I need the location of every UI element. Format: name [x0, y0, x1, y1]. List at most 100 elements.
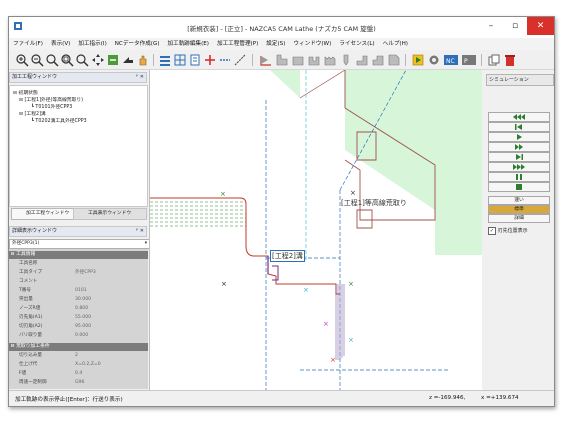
property-key: 切り込み量: [19, 353, 42, 358]
checkbox-label: 刃先位置表示: [497, 228, 528, 234]
speed-fast-button[interactable]: 速い: [488, 196, 550, 205]
skip-end-button[interactable]: [488, 162, 550, 172]
zoom-all-icon[interactable]: [75, 53, 89, 67]
property-row: 周速一定制御 G96: [9, 379, 148, 387]
fast-forward-button[interactable]: [488, 142, 550, 152]
zoom-fit-icon[interactable]: [60, 53, 74, 67]
menu-nc-data[interactable]: NCデータ作成(G): [111, 38, 164, 50]
hand-icon[interactable]: [136, 53, 150, 67]
simulation-title: シミュレーション: [486, 74, 554, 86]
stop-button[interactable]: [488, 182, 550, 192]
settings-icon[interactable]: [427, 53, 441, 67]
minimize-button[interactable]: –: [479, 17, 503, 35]
process-panel-title: 加工工程ウィンドウ: [12, 74, 58, 80]
detail-selector[interactable]: 外径CPP3(1) ▾: [9, 239, 150, 249]
toolbar-separator: [252, 54, 253, 66]
tree-item-tool1[interactable]: ┗ T0101外径CPP3: [31, 103, 72, 110]
close-button[interactable]: ✕: [527, 17, 554, 35]
step-forward-button[interactable]: [488, 152, 550, 162]
facing-icon[interactable]: [291, 53, 305, 67]
cutoff-icon[interactable]: [371, 53, 385, 67]
property-value: 0.000: [75, 333, 89, 338]
application-window: [新規衣装] - [正立] - NAZCA5 CAM Lathe (ナズカ5 C…: [8, 16, 555, 407]
play-button[interactable]: [488, 132, 550, 142]
property-value: 95.000: [75, 324, 92, 329]
zoom-in-icon[interactable]: [15, 53, 29, 67]
tool-path-icon[interactable]: [259, 53, 273, 67]
simulation-panel: シミュレーション 速い 標準 詳細 ✓ 刃先位置表示: [482, 70, 554, 390]
speed-normal-button[interactable]: 標準: [488, 205, 550, 214]
section-title: 工具情報: [16, 252, 36, 257]
machining-drawing: × × × × × × × ×: [150, 70, 482, 390]
grooving-icon[interactable]: [307, 53, 321, 67]
panel-pin-close-icon[interactable]: ᵖ ✕: [136, 227, 144, 236]
menu-toolpath-edit[interactable]: 加工軌跡編集(E): [164, 38, 213, 50]
zoom-out-icon[interactable]: [30, 53, 44, 67]
property-row: 切刃角(A2) 95.000: [9, 323, 148, 331]
property-row: バリ取り量 0.000: [9, 332, 148, 340]
tree-item-process2[interactable]: ⊟ [工程2]溝: [19, 110, 46, 117]
layers-icon[interactable]: [158, 53, 172, 67]
cad-canvas[interactable]: × × × × × × × × [工程1]等高線荒取り [工程2]溝: [149, 70, 482, 390]
process-tree: ⊟ 初期状態 ⊟ [工程1]外径(等高線荒取り) ┗ T0101外径CPP3 ⊟…: [9, 85, 148, 207]
tab-tool[interactable]: 工具表示ウィンドウ: [73, 208, 147, 220]
simulation-icon[interactable]: [411, 53, 425, 67]
menu-file[interactable]: ファイル(F): [9, 38, 47, 50]
add-icon[interactable]: [203, 53, 217, 67]
property-row: 仕上げ代 X=0.2,Z=0: [9, 361, 148, 369]
measure-icon[interactable]: [218, 53, 232, 67]
property-grid: ⊟ 工具情報 工具名称 工具タイプ 外径CPP3 コメント T番号 0101 突出量…: [9, 249, 148, 389]
pause-button[interactable]: [488, 172, 550, 182]
property-key: 刃先角(A1): [19, 315, 43, 320]
toolbar-separator: [405, 54, 406, 66]
tree-item-tool2[interactable]: ┗ T0202溝工具外径CPP3: [31, 117, 87, 124]
svg-text:NC: NC: [446, 58, 455, 65]
copy-icon[interactable]: [487, 53, 501, 67]
svg-text:×: ×: [348, 336, 354, 344]
section-cut-info[interactable]: ⊟ 荒取り加工条件: [9, 343, 148, 351]
tree-item-initial[interactable]: ⊟ 初期状態: [13, 89, 38, 96]
panel-pin-close-icon[interactable]: ᵖ ✕: [136, 73, 144, 82]
menu-license[interactable]: ライセンス(L): [335, 38, 378, 50]
nc-icon[interactable]: NC: [443, 53, 459, 67]
maximize-button[interactable]: ▫: [503, 17, 527, 35]
drilling-icon[interactable]: [339, 53, 353, 67]
delete-icon[interactable]: [503, 53, 517, 67]
section-tool-info[interactable]: ⊟ 工具情報: [9, 251, 148, 259]
grid-icon[interactable]: [173, 53, 187, 67]
detail-panel-header: 詳細表示ウィンドウ ᵖ ✕: [9, 226, 147, 237]
process1-label: [工程1]等高線荒取り: [341, 199, 407, 207]
document-icon[interactable]: [188, 53, 202, 67]
step-back-button[interactable]: [488, 122, 550, 132]
chamfer-icon[interactable]: [387, 53, 401, 67]
chevron-down-icon: ▾: [144, 241, 147, 246]
property-key: 工具タイプ: [19, 270, 42, 275]
menu-help[interactable]: ヘルプ(H): [379, 38, 412, 50]
status-message: 加工軌跡の表示停止([Enter]：行送り表示): [15, 397, 123, 403]
menu-settings[interactable]: 設定(S): [262, 38, 289, 50]
show-tip-checkbox[interactable]: ✓ 刃先位置表示: [488, 227, 528, 235]
menu-process-management[interactable]: 加工工程管理(P): [213, 38, 262, 50]
post-icon[interactable]: P: [461, 53, 477, 67]
property-key: 仕上げ代: [19, 362, 38, 367]
pan-icon[interactable]: [91, 53, 105, 67]
property-row: ノーズR値 0.800: [9, 305, 148, 313]
property-row: 刃先角(A1) 55.000: [9, 314, 148, 322]
diagonal-icon[interactable]: [233, 53, 247, 67]
rotate-view-icon[interactable]: [106, 53, 120, 67]
menu-window[interactable]: ウィンドウ(W): [289, 38, 335, 50]
section-title: 荒取り加工条件: [16, 344, 50, 349]
speed-detail-button[interactable]: 詳細: [488, 214, 550, 223]
tree-item-process1[interactable]: ⊟ [工程1]外径(等高線荒取り): [19, 96, 83, 103]
svg-text:×: ×: [221, 280, 227, 288]
arrow-icon[interactable]: [121, 53, 135, 67]
detail-panel-title: 詳細表示ウィンドウ: [12, 228, 58, 234]
menu-view[interactable]: 表示(V): [47, 38, 74, 50]
checkbox-icon: ✓: [488, 227, 496, 235]
menu-machining-instruction[interactable]: 加工指示(I): [74, 38, 110, 50]
turning-icon[interactable]: [275, 53, 289, 67]
boring-icon[interactable]: [355, 53, 369, 67]
rewind-button[interactable]: [488, 112, 550, 122]
zoom-window-icon[interactable]: [45, 53, 59, 67]
threading-icon[interactable]: [323, 53, 337, 67]
